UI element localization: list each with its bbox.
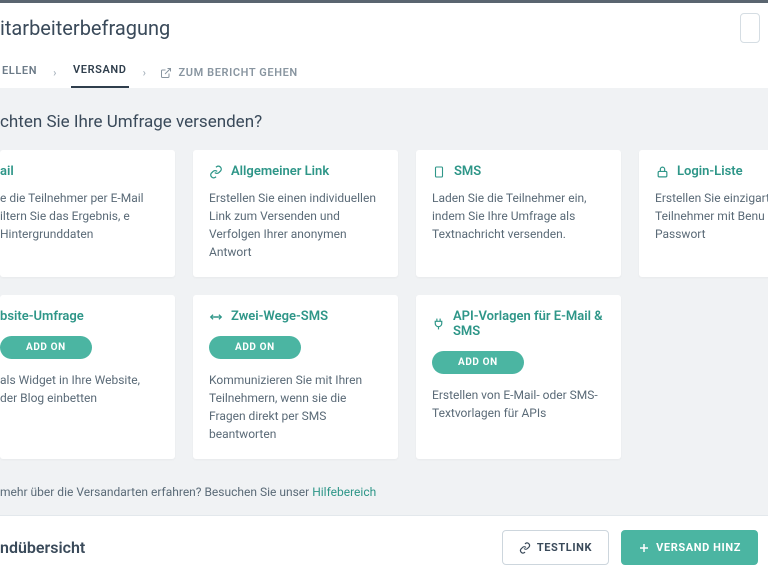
plus-icon [638, 542, 650, 554]
card-link-desc: Erstellen Sie einen individuellen Link z… [209, 189, 382, 261]
addon-badge-twoway[interactable]: ADD ON [209, 336, 301, 359]
card-api-templates[interactable]: API-Vorlagen für E-Mail & SMS ADD ON Ers… [416, 295, 621, 459]
card-website-desc: als Widget in Ihre Website, der Blog ein… [0, 371, 159, 407]
add-distribution-label: VERSAND HINZ [656, 541, 741, 554]
swap-icon [209, 310, 223, 324]
card-email-title: ail [0, 164, 14, 179]
tab-create[interactable]: ELLEN [0, 58, 39, 87]
card-api-title: API-Vorlagen für E-Mail & SMS [453, 309, 605, 339]
link-icon [519, 542, 531, 554]
link-icon [209, 165, 223, 179]
addon-badge-website[interactable]: ADD ON [0, 336, 92, 359]
card-sms-desc: Laden Sie die Teilnehmer ein, indem Sie … [432, 189, 605, 243]
card-login-list[interactable]: Login-Liste Erstellen Sie einzigartige L… [639, 150, 768, 277]
card-two-way-sms[interactable]: Zwei-Wege-SMS ADD ON Kommunizieren Sie m… [193, 295, 398, 459]
external-link-icon [160, 67, 172, 79]
card-sms-title: SMS [454, 164, 481, 179]
add-distribution-button[interactable]: VERSAND HINZ [621, 530, 758, 565]
phone-icon [432, 165, 446, 179]
testlink-button[interactable]: TESTLINK [502, 530, 609, 565]
tab-report-label: ZUM BERICHT GEHEN [178, 66, 297, 79]
section-heading: chten Sie Ihre Umfrage versenden? [0, 112, 768, 132]
card-email-desc: e die Teilnehmer per E-Mail iltern Sie d… [0, 189, 159, 243]
card-login-title: Login-Liste [677, 164, 743, 179]
tab-bar: ELLEN › VERSAND › ZUM BERICHT GEHEN [0, 51, 768, 88]
card-website-survey[interactable]: bsite-Umfrage ADD ON als Widget in Ihre … [0, 295, 175, 459]
help-link[interactable]: Hilfebereich [312, 485, 376, 499]
tab-report[interactable]: ZUM BERICHT GEHEN [160, 66, 297, 79]
addon-badge-api[interactable]: ADD ON [432, 351, 524, 374]
card-twoway-title: Zwei-Wege-SMS [231, 309, 328, 324]
card-twoway-desc: Kommunizieren Sie mit Ihren Teilnehmern,… [209, 371, 382, 443]
help-prefix: mehr über die Versandarten erfahren? Bes… [0, 485, 312, 499]
card-email[interactable]: ail e die Teilnehmer per E-Mail iltern S… [0, 150, 175, 277]
page-title: itarbeiterbefragung [0, 16, 170, 40]
testlink-label: TESTLINK [537, 541, 592, 554]
tab-send[interactable]: VERSAND [71, 57, 129, 88]
chevron-right-icon: › [53, 66, 57, 79]
card-website-title: bsite-Umfrage [0, 309, 84, 324]
footer-title: ndübersicht [0, 538, 85, 557]
help-text: mehr über die Versandarten erfahren? Bes… [0, 477, 768, 515]
chevron-right-icon: › [143, 66, 147, 79]
card-link-title: Allgemeiner Link [231, 164, 329, 179]
plug-icon [432, 317, 445, 331]
card-api-desc: Erstellen von E-Mail- oder SMS-Textvorla… [432, 386, 605, 422]
card-login-desc: Erstellen Sie einzigartige L Ihre Teilne… [655, 189, 768, 243]
header-action-button[interactable] [740, 13, 760, 43]
lock-icon [655, 165, 669, 179]
card-sms[interactable]: SMS Laden Sie die Teilnehmer ein, indem … [416, 150, 621, 277]
card-general-link[interactable]: Allgemeiner Link Erstellen Sie einen ind… [193, 150, 398, 277]
